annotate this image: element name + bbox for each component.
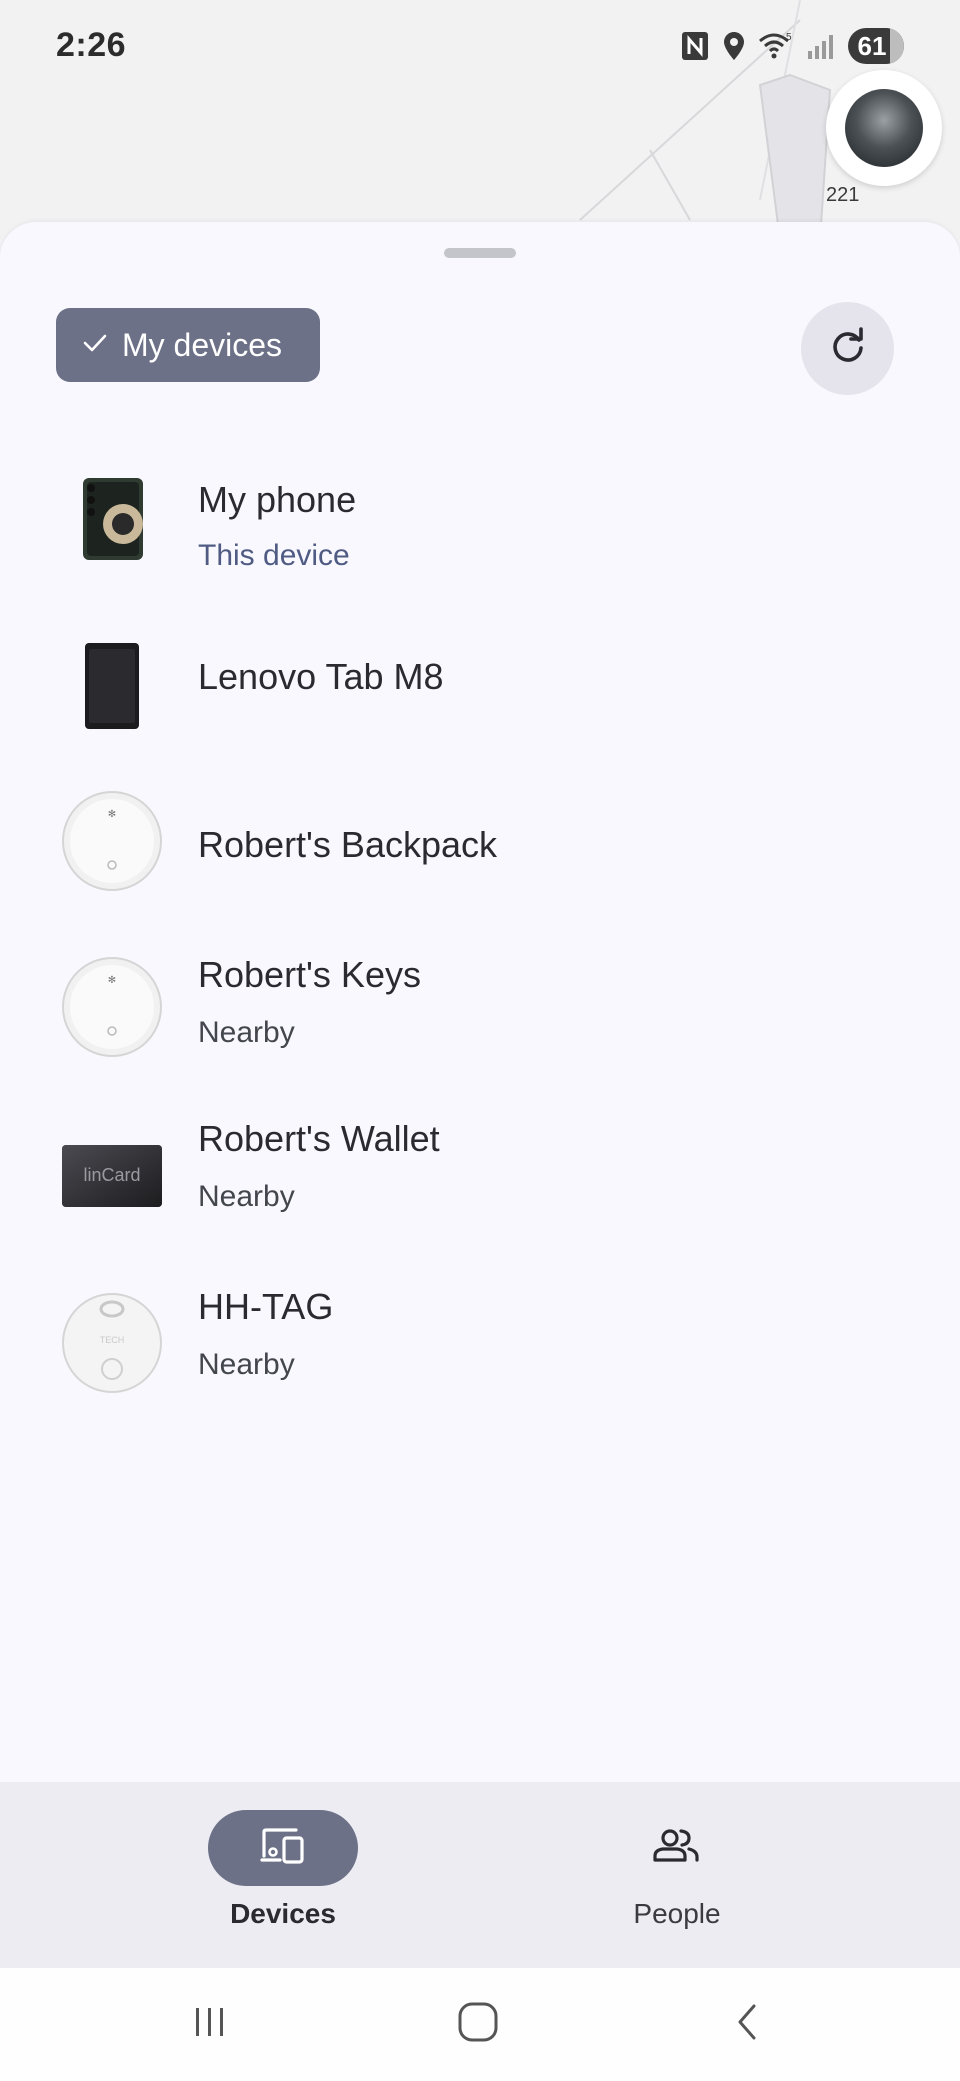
device-row-my-phone[interactable]: My phone This device [0,457,960,587]
tag-thumbnail: TECH [60,1291,164,1395]
refresh-icon [828,326,868,371]
nav-pill-active [208,1810,358,1886]
people-icon [651,1826,703,1871]
nav-label-people: People [633,1898,721,1929]
home-button[interactable] [438,1992,518,2056]
device-status: This device [198,539,350,572]
bottom-navigation: Devices People [0,1782,960,1968]
svg-text:✻: ✻ [108,975,116,986]
nav-pill [602,1810,752,1886]
nav-label-devices: Devices [230,1898,336,1929]
device-name: My phone [198,479,357,520]
svg-text:✻: ✻ [108,809,116,820]
filter-chip-label: My devices [122,326,283,363]
device-name: Robert's Backpack [198,824,498,865]
device-sheet: My devices My phone This device Lenovo T… [0,222,960,1782]
tag-thumbnail: ✻ [60,955,164,1059]
battery-icon: 61 [848,28,904,64]
sheet-drag-handle[interactable] [444,248,516,258]
status-icons: 5 61 [680,26,904,66]
nfc-icon [680,30,710,62]
device-name: Robert's Wallet [198,1118,440,1159]
map-avatar-marker[interactable] [826,70,942,186]
device-status: Nearby [198,1348,295,1381]
device-row-roberts-backpack[interactable]: ✻ Robert's Backpack [0,784,960,914]
signal-icon [806,31,836,61]
status-bar: 2:26 5 61 [0,0,960,92]
device-status: Nearby [198,1180,295,1213]
home-icon [456,2002,500,2047]
nav-tab-devices[interactable]: Devices [183,1810,383,1930]
device-status: Nearby [198,1016,295,1049]
device-name: Lenovo Tab M8 [198,656,444,697]
device-name: HH-TAG [198,1286,334,1327]
nav-tab-people[interactable]: People [577,1810,777,1930]
tag-brand-text: TECH [100,1335,125,1345]
device-row-lenovo-tab[interactable]: Lenovo Tab M8 [0,622,960,752]
tag-thumbnail: ✻ [60,789,164,893]
tablet-thumbnail [60,634,164,738]
wifi-icon: 5 [758,31,794,61]
device-row-roberts-keys[interactable]: ✻ Robert's Keys Nearby [0,950,960,1080]
system-navigation-bar [0,1968,960,2081]
avatar-label: 221 [826,184,860,206]
recents-icon [190,2004,230,2045]
svg-text:5: 5 [786,32,792,43]
status-time: 2:26 [56,26,127,64]
device-row-hh-tag[interactable]: TECH HH-TAG Nearby [0,1286,960,1416]
card-brand-text: linCard [83,1165,140,1185]
phone-thumbnail [60,467,164,571]
check-icon [82,327,108,364]
my-devices-filter-chip[interactable]: My devices [56,308,321,382]
devices-icon [260,1826,306,1871]
card-thumbnail: linCard [60,1124,164,1228]
device-name: Robert's Keys [198,954,421,995]
device-row-roberts-wallet[interactable]: linCard Robert's Wallet Nearby [0,1118,960,1248]
refresh-button[interactable] [801,302,894,395]
battery-level: 61 [857,30,887,61]
back-button[interactable] [708,1992,788,2056]
recents-button[interactable] [170,1992,250,2056]
location-icon [722,30,746,62]
back-icon [730,2002,766,2047]
avatar [845,89,923,167]
